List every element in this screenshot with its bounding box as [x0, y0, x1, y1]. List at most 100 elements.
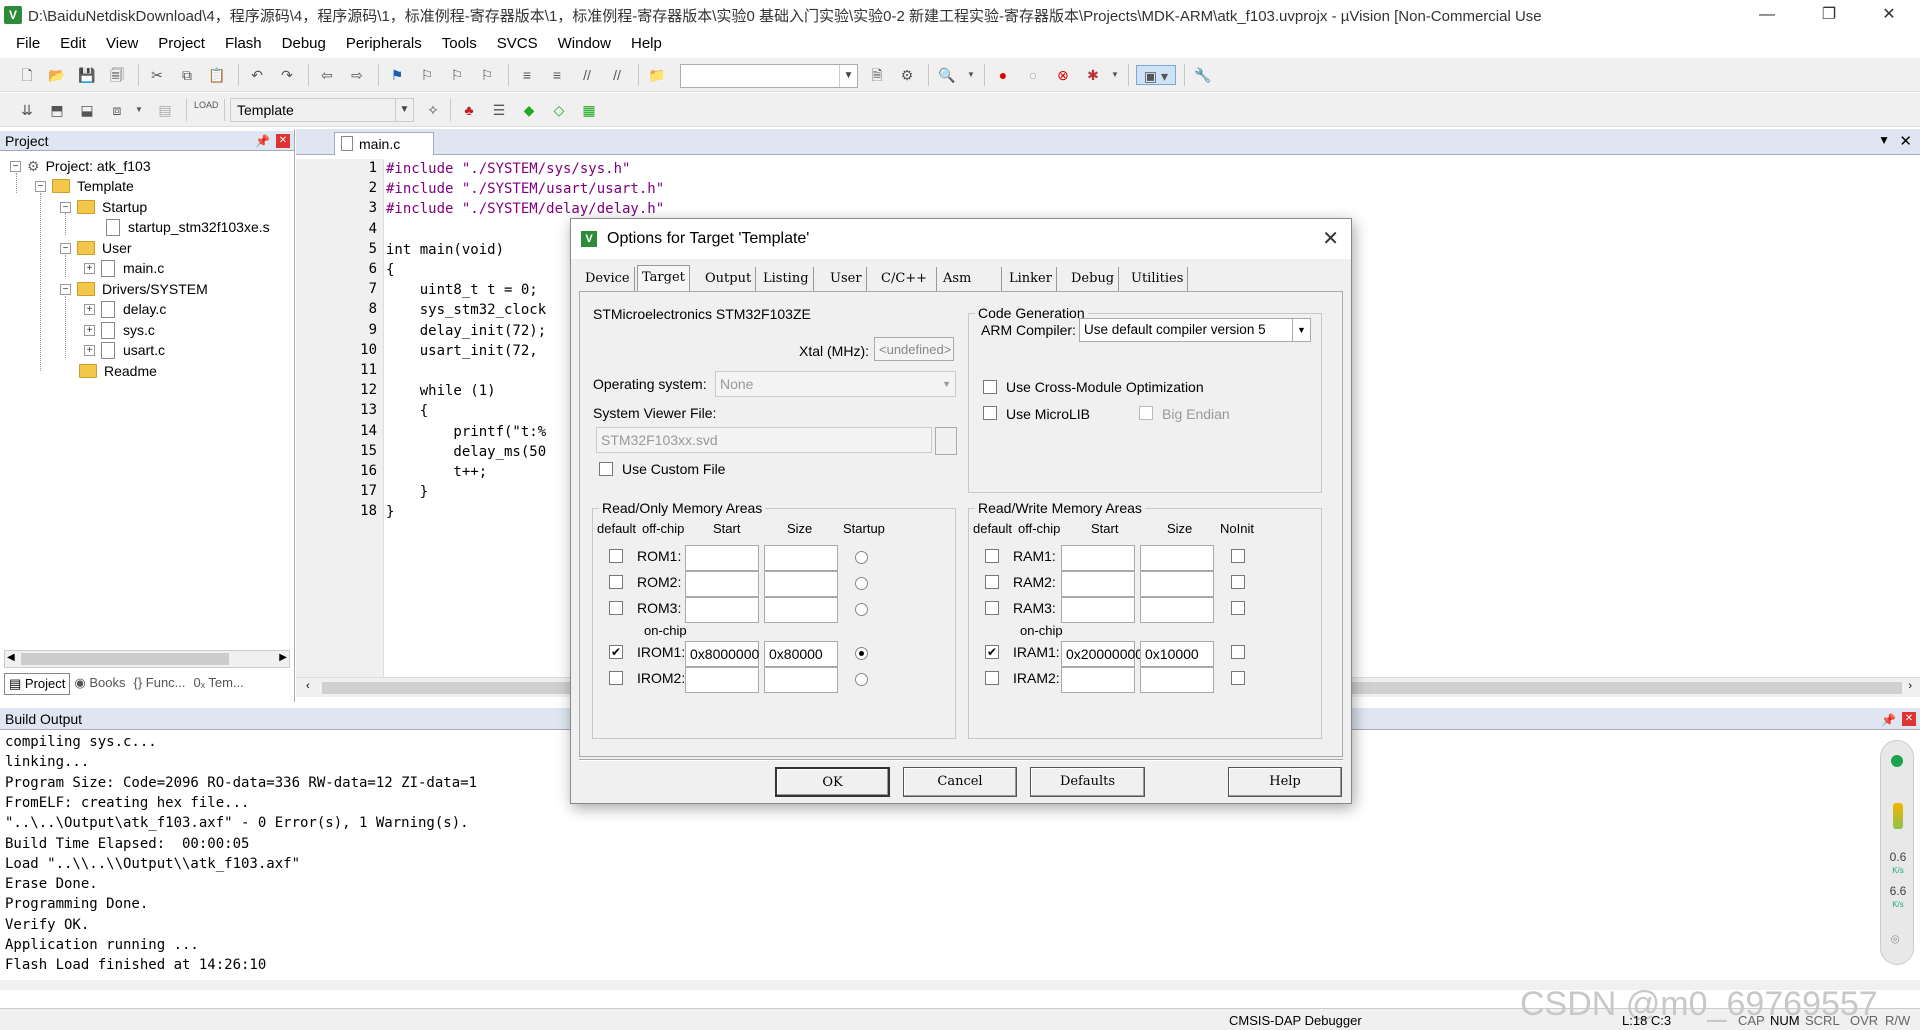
rw-start-input[interactable]: 0x20000000 — [1061, 641, 1143, 667]
rw-size-input[interactable] — [1140, 667, 1214, 693]
noinit-checkbox[interactable] — [1231, 575, 1245, 589]
close-tab-icon[interactable]: ✕ — [1899, 132, 1912, 150]
big-endian-checkbox[interactable] — [1139, 406, 1153, 420]
debug-session-icon[interactable]: 🔍 — [936, 65, 958, 85]
ro-default-checkbox[interactable] — [609, 601, 623, 615]
ro-start-input[interactable] — [685, 667, 759, 693]
startup-radio[interactable] — [855, 603, 868, 616]
startup-radio[interactable] — [855, 551, 868, 564]
dialog-close-icon[interactable]: ✕ — [1322, 219, 1339, 259]
ro-default-checkbox[interactable] — [609, 575, 623, 589]
microlib-checkbox[interactable] — [983, 406, 997, 420]
custom-file-checkbox[interactable] — [599, 462, 613, 476]
batch-build-icon[interactable]: ⧈ — [106, 100, 128, 120]
new-file-icon[interactable]: 🗋 — [16, 65, 38, 85]
ro-size-input[interactable] — [764, 545, 838, 571]
rw-size-input[interactable] — [1140, 597, 1214, 623]
tree-file-delay[interactable]: + delay.c — [84, 298, 166, 320]
maximize-button[interactable]: ❐ — [1806, 0, 1852, 30]
scroll-left-icon[interactable]: ◀ — [7, 652, 15, 663]
tab-books[interactable]: ◉ Books — [70, 673, 129, 695]
tree-group-readme[interactable]: Readme — [79, 360, 157, 382]
expand-icon[interactable]: + — [84, 262, 95, 274]
tree-group-startup[interactable]: − Startup — [60, 196, 147, 218]
noinit-checkbox[interactable] — [1231, 671, 1245, 685]
select-packs-icon[interactable]: ☰ — [488, 100, 510, 120]
scroll-thumb[interactable] — [21, 653, 229, 665]
tab-debug[interactable]: Debug — [1067, 267, 1120, 291]
redo-icon[interactable]: ↷ — [276, 65, 298, 85]
manage-project-items-icon[interactable]: ♣ — [458, 100, 480, 120]
tab-templates[interactable]: 0ₓ Tem... — [190, 673, 248, 695]
tab-linker[interactable]: Linker — [1005, 267, 1057, 291]
tab-user[interactable]: User — [826, 267, 867, 291]
help-button[interactable]: Help — [1228, 767, 1342, 797]
menu-edit[interactable]: Edit — [50, 35, 96, 52]
tab-project[interactable]: ▤ Project — [4, 673, 71, 695]
options-for-target-icon[interactable]: ✧ — [422, 100, 444, 120]
configure-icon[interactable]: 🔧 — [1192, 65, 1214, 85]
chevron-down-icon[interactable]: ▼ — [128, 100, 150, 120]
target-select[interactable]: Template ▼ — [230, 98, 414, 122]
stop-build-icon[interactable]: ▤ — [154, 100, 176, 120]
menu-view[interactable]: View — [96, 35, 148, 52]
startup-radio[interactable] — [855, 577, 868, 590]
nav-forward-icon[interactable]: ⇨ — [346, 65, 368, 85]
disable-breakpoint-icon[interactable]: ○ — [1022, 65, 1044, 85]
camera-icon[interactable]: ⌾ — [1891, 931, 1899, 948]
rw-default-checkbox[interactable] — [985, 601, 999, 615]
rw-default-checkbox[interactable] — [985, 549, 999, 563]
rebuild-icon[interactable]: ⬓ — [76, 100, 98, 120]
rw-size-input[interactable] — [1140, 545, 1214, 571]
unindent-icon[interactable]: ≡ — [546, 65, 568, 85]
tree-file-sys[interactable]: + sys.c — [84, 319, 155, 341]
svf-browse-button[interactable] — [935, 427, 957, 455]
close-window-button[interactable]: ✕ — [1866, 0, 1912, 30]
scroll-left-icon[interactable]: ‹ — [306, 680, 310, 692]
ro-size-input[interactable] — [764, 667, 838, 693]
tab-listing[interactable]: Listing — [759, 267, 814, 291]
tab-device[interactable]: Device — [581, 267, 635, 291]
ro-default-checkbox[interactable] — [609, 671, 623, 685]
close-icon[interactable]: ✕ — [1902, 712, 1916, 726]
ro-start-input[interactable] — [685, 597, 759, 623]
tree-group-drivers[interactable]: − Drivers/SYSTEM — [60, 278, 208, 300]
close-icon[interactable]: ✕ — [276, 134, 290, 148]
menu-tools[interactable]: Tools — [432, 35, 487, 52]
indent-icon[interactable]: ≡ — [516, 65, 538, 85]
kill-all-breakpoints-icon[interactable]: ✱ — [1082, 65, 1104, 85]
paste-icon[interactable]: 📋 — [206, 65, 228, 85]
startup-radio[interactable] — [855, 673, 868, 686]
tab-functions[interactable]: {} Func... — [129, 673, 189, 695]
rw-size-input[interactable]: 0x10000 — [1140, 641, 1214, 667]
scroll-right-icon[interactable]: › — [1908, 680, 1912, 692]
tab-list-dropdown-icon[interactable]: ▼ — [1878, 133, 1890, 147]
save-all-icon[interactable]: 🗐 — [106, 65, 128, 85]
save-icon[interactable]: 💾 — [76, 65, 98, 85]
rw-start-input[interactable] — [1061, 667, 1135, 693]
nav-back-icon[interactable]: ⇦ — [316, 65, 338, 85]
startup-radio[interactable] — [855, 647, 868, 660]
find-combo[interactable]: ▼ — [680, 64, 858, 88]
tree-file-main[interactable]: + main.c — [84, 257, 164, 279]
chevron-down-icon[interactable]: ▼ — [960, 65, 982, 85]
software-packs-icon[interactable]: ▦ — [578, 100, 600, 120]
cut-icon[interactable]: ✂ — [146, 65, 168, 85]
copy-icon[interactable]: ⧉ — [176, 65, 198, 85]
collapse-icon[interactable]: − — [60, 242, 71, 254]
pin-icon[interactable]: 📌 — [1881, 709, 1896, 731]
os-select[interactable]: None ▼ — [715, 371, 956, 397]
rw-size-input[interactable] — [1140, 571, 1214, 597]
tab-target[interactable]: Target — [637, 265, 690, 292]
tree-target[interactable]: − Template — [35, 175, 134, 197]
breakpoint-icon[interactable]: ● — [992, 65, 1014, 85]
tab-asm[interactable]: Asm — [939, 267, 1002, 291]
noinit-checkbox[interactable] — [1231, 549, 1245, 563]
expand-icon[interactable]: + — [84, 344, 95, 356]
rw-default-checkbox[interactable] — [985, 671, 999, 685]
translate-icon[interactable]: ⇊ — [16, 100, 38, 120]
svf-input[interactable]: STM32F103xx.svd — [596, 427, 932, 453]
next-bookmark-icon[interactable]: ⚐ — [446, 65, 468, 85]
rw-default-checkbox[interactable] — [985, 575, 999, 589]
tree-file-startup[interactable]: startup_stm32f103xe.s — [106, 216, 270, 238]
